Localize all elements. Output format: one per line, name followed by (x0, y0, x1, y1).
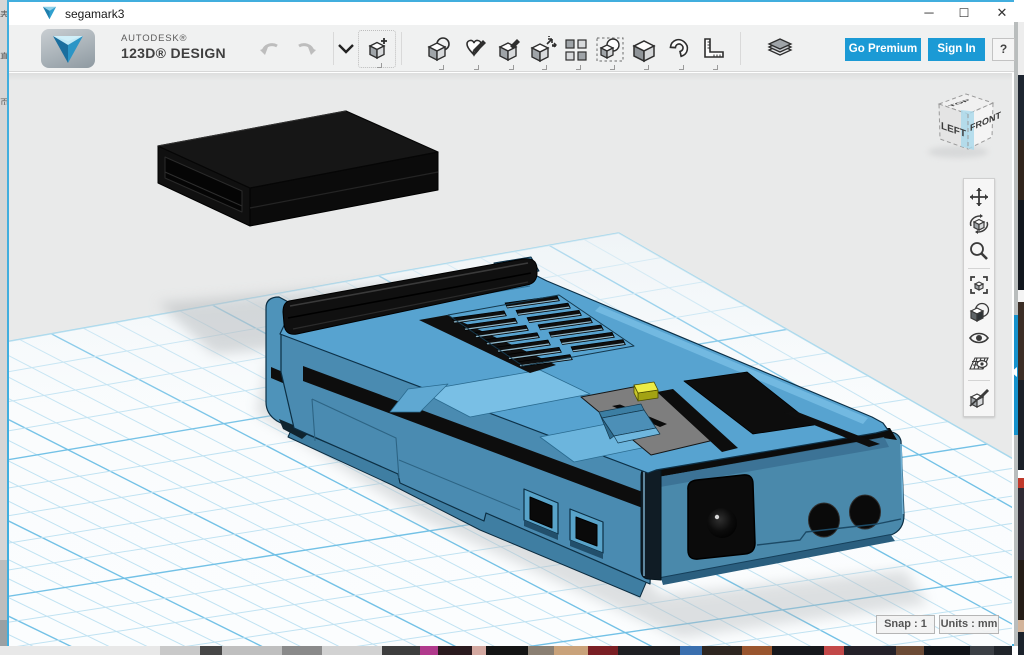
background-window-left-sliver: 表 真 页 (0, 0, 7, 655)
grid-button[interactable] (967, 351, 991, 375)
combine-tool-button[interactable] (629, 34, 659, 64)
background-window-bottom-sliver (0, 646, 1024, 655)
brand-company: AUTODESK® (121, 33, 226, 44)
background-glyph: 真 (0, 50, 7, 59)
grouping-tool-button[interactable] (595, 34, 625, 64)
desktop: 表 真 页 segamark3 ─ ☐ ✕ (0, 0, 1024, 655)
measure-tool-button[interactable] (698, 34, 728, 64)
minimize-button[interactable]: ─ (912, 2, 946, 25)
hide-sketches-button[interactable] (967, 386, 991, 410)
visibility-button[interactable] (967, 326, 991, 350)
background-glyph: 表 (0, 8, 7, 17)
scene-svg: TOP LEFT FRONT (9, 73, 1012, 646)
app-window: segamark3 ─ ☐ ✕ AUTODESK® 123D® DESIGN (7, 0, 1014, 646)
brand-product: 123D® DESIGN (121, 45, 226, 61)
pattern-tool-button[interactable] (561, 34, 591, 64)
orbit-button[interactable] (967, 212, 991, 236)
sketch-tool-button[interactable] (459, 34, 489, 64)
material-button[interactable] (967, 300, 991, 324)
cartridge-model[interactable] (158, 111, 438, 226)
nav-toolbar (963, 178, 995, 417)
modify-tool-button[interactable] (527, 34, 557, 64)
go-premium-button[interactable]: Go Premium (845, 38, 921, 61)
undo-button[interactable] (256, 34, 286, 64)
brand-text: AUTODESK® 123D® DESIGN (121, 33, 226, 61)
app-logo-icon (42, 6, 57, 20)
window-title: segamark3 (65, 7, 124, 21)
primitives-button[interactable] (362, 34, 392, 64)
background-glyph: 页 (0, 96, 7, 105)
brand-logo-tile[interactable] (41, 29, 95, 68)
viewport-3d[interactable]: TOP LEFT FRONT (9, 73, 1012, 646)
snap-setting[interactable]: Snap : 1 (876, 615, 935, 634)
snap-tool-button[interactable] (664, 34, 694, 64)
transform-tool-button[interactable] (424, 34, 454, 64)
viewcube[interactable]: TOP LEFT FRONT (928, 94, 1001, 158)
redo-button[interactable] (290, 34, 320, 64)
main-toolbar: AUTODESK® 123D® DESIGN (9, 25, 1014, 72)
help-button[interactable]: ? (992, 38, 1015, 61)
fit-button[interactable] (967, 273, 991, 297)
construct-tool-button[interactable] (494, 34, 524, 64)
zoom-button[interactable] (967, 239, 991, 263)
titlebar: segamark3 ─ ☐ ✕ (9, 2, 1014, 25)
sign-in-button[interactable]: Sign In (928, 38, 985, 61)
123d-logo-icon (51, 34, 85, 64)
units-setting[interactable]: Units : mm (939, 615, 999, 634)
close-button[interactable]: ✕ (985, 2, 1019, 25)
maximize-button[interactable]: ☐ (947, 2, 981, 25)
text-tool-button[interactable] (765, 34, 795, 64)
menu-caret-icon[interactable] (335, 37, 357, 59)
pan-button[interactable] (967, 185, 991, 209)
power-button[interactable] (634, 382, 658, 401)
